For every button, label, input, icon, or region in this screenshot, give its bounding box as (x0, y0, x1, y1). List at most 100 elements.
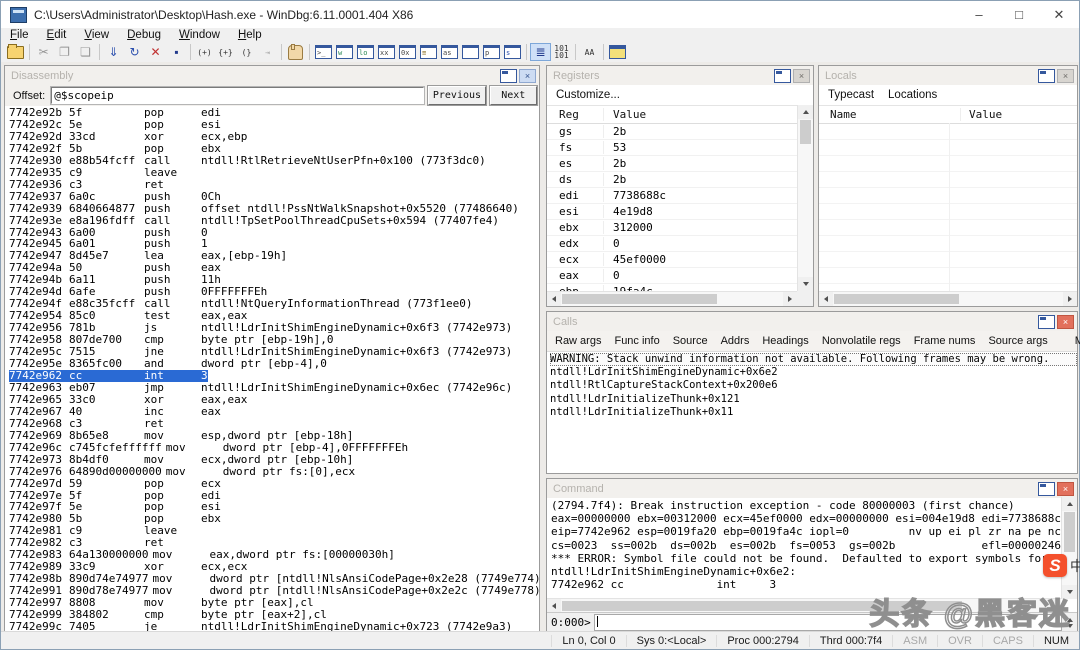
menu-file[interactable]: File (1, 29, 38, 41)
source-mode-on-button[interactable]: ≣ (530, 43, 551, 61)
register-row[interactable]: ecx45ef0000 (547, 252, 797, 268)
ime-indicator[interactable]: S 中 (1043, 554, 1080, 577)
stop-debugging-button[interactable]: ✕ (145, 43, 166, 61)
register-row[interactable]: fs53 (547, 140, 797, 156)
command-input[interactable] (594, 614, 1062, 631)
registers-dock-icon[interactable] (774, 69, 791, 83)
registers-close-icon[interactable]: × (793, 69, 810, 83)
register-row[interactable]: edx0 (547, 236, 797, 252)
menu-debug[interactable]: Debug (118, 29, 170, 41)
maximize-button[interactable]: □ (999, 1, 1039, 28)
registers-horizontal-scrollbar[interactable] (547, 291, 797, 306)
registers-vertical-scrollbar[interactable] (797, 105, 813, 291)
scroll-left-icon[interactable] (547, 292, 561, 306)
sogou-ime-icon[interactable]: S (1043, 554, 1067, 577)
processes-window-button[interactable]: p (481, 43, 502, 61)
memory-window-button[interactable]: 0x (397, 43, 418, 61)
calls-window-button[interactable]: ≡ (418, 43, 439, 61)
command-window-button[interactable]: >_ (313, 43, 334, 61)
break-button[interactable]: ▪ (166, 43, 187, 61)
locations-button[interactable]: Locations (888, 89, 937, 101)
menu-window[interactable]: Window (170, 29, 229, 41)
calls-close-icon[interactable]: × (1057, 315, 1074, 329)
locals-dock-icon[interactable] (1038, 69, 1055, 83)
close-button[interactable]: ✕ (1039, 1, 1079, 28)
disassembly-line[interactable]: 7742e92b5fpopedi (9, 107, 539, 119)
disassembly-line[interactable]: 7742e930e88b54fcffcallntdll!RtlRetrieveN… (9, 155, 539, 167)
breakpoint-hand-button[interactable] (285, 43, 306, 61)
disassembly-line[interactable]: 7742e97d59popecx (9, 478, 539, 490)
disassembly-line[interactable]: 7742e936c3ret (9, 179, 539, 191)
scrollbar-thumb[interactable] (562, 294, 717, 304)
scroll-up-icon[interactable] (1062, 497, 1077, 511)
call-frame-line[interactable]: ntdll!LdrInitializeThunk+0x121 (550, 393, 1077, 406)
calls-dock-icon[interactable] (1038, 315, 1055, 329)
calls-raw-args-button[interactable]: Raw args (555, 335, 601, 347)
menu-view[interactable]: View (75, 29, 118, 41)
command-history-spinner[interactable] (1064, 618, 1075, 628)
calls-source-args-button[interactable]: Source args (988, 335, 1047, 347)
disassembly-close-icon[interactable]: × (519, 69, 536, 83)
step-out-button[interactable]: (} (236, 43, 257, 61)
disassembly-line[interactable]: 7742e95e8365fc00anddword ptr [ebp-4],0 (9, 358, 539, 370)
disassembly-line[interactable]: 7742e97664890d00000000movdword ptr fs:[0… (9, 466, 539, 478)
locals-window-button[interactable]: lo (355, 43, 376, 61)
step-into-button[interactable]: (+) (194, 43, 215, 61)
minimize-button[interactable]: – (959, 1, 999, 28)
calls-nonvolatile-regs-button[interactable]: Nonvolatile regs (822, 335, 901, 347)
disassembly-dock-icon[interactable] (500, 69, 517, 83)
registers-window-button[interactable]: xx (376, 43, 397, 61)
scrollbar-thumb[interactable] (800, 120, 811, 144)
restart-button[interactable]: ↻ (124, 43, 145, 61)
register-row[interactable]: ebx312000 (547, 220, 797, 236)
scroll-right-icon[interactable] (783, 292, 797, 306)
disassembly-line[interactable]: 7742e97e5fpopedi (9, 490, 539, 502)
locals-horizontal-scrollbar[interactable] (819, 291, 1077, 306)
offset-input[interactable] (51, 87, 424, 104)
disassembly-window-button[interactable]: as (439, 43, 460, 61)
command-horizontal-scrollbar[interactable] (547, 598, 1061, 613)
disassembly-line[interactable]: 7742e96740inceax (9, 406, 539, 418)
next-button[interactable]: Next (490, 86, 537, 105)
locals-close-icon[interactable]: × (1057, 69, 1074, 83)
calls-frame-nums-button[interactable]: Frame nums (914, 335, 976, 347)
register-row[interactable]: ds2b (547, 172, 797, 188)
calls-source-button[interactable]: Source (673, 335, 708, 347)
command-close-icon[interactable]: × (1057, 482, 1074, 496)
register-row[interactable]: edi7738688c (547, 188, 797, 204)
customize-button[interactable]: Customize... (556, 89, 620, 101)
scrollbar-thumb[interactable] (1064, 512, 1075, 552)
calls-more-button[interactable]: More (1075, 335, 1080, 347)
scroll-left-icon[interactable] (547, 599, 561, 613)
scroll-right-icon[interactable] (1047, 599, 1061, 613)
call-frame-line[interactable]: WARNING: Stack unwind information not av… (550, 353, 1077, 366)
calls-headings-button[interactable]: Headings (762, 335, 808, 347)
disassembly-line[interactable]: 7742e981c9leave (9, 525, 539, 537)
call-frame-line[interactable]: ntdll!LdrInitializeThunk+0x11 (550, 406, 1077, 419)
scroll-left-icon[interactable] (819, 292, 833, 306)
go-button[interactable]: ⇓ (103, 43, 124, 61)
source-file-window-button[interactable]: s (502, 43, 523, 61)
disassembly-line[interactable]: 7742e93ee8a196fdffcallntdll!TpSetPoolThr… (9, 215, 539, 227)
calls-func-info-button[interactable]: Func info (614, 335, 659, 347)
menu-help[interactable]: Help (229, 29, 271, 41)
font-button[interactable]: AA (579, 43, 600, 61)
watch-window-button[interactable]: w (334, 43, 355, 61)
menu-edit[interactable]: Edit (38, 29, 76, 41)
source-mode-off-button[interactable]: 101 101 (551, 43, 572, 61)
typecast-button[interactable]: Typecast (828, 89, 874, 101)
register-row[interactable]: gs2b (547, 124, 797, 140)
previous-button[interactable]: Previous (428, 86, 485, 105)
call-frame-line[interactable]: ntdll!LdrInitShimEngineDynamic+0x6e2 (550, 366, 1077, 379)
register-row[interactable]: esi4e19d8 (547, 204, 797, 220)
scrollbar-thumb[interactable] (834, 294, 959, 304)
scrollbar-thumb[interactable] (562, 601, 962, 611)
disassembly-line[interactable]: 7742e96533c0xoreax,eax (9, 394, 539, 406)
disassembly-line[interactable]: 7742e9478d45e7leaeax,[ebp-19h] (9, 250, 539, 262)
register-row[interactable]: ebp19fa4c (547, 284, 797, 291)
command-dock-icon[interactable] (1038, 482, 1055, 496)
disassembly-line[interactable]: 7742e97f5epopesi (9, 501, 539, 513)
scroll-right-icon[interactable] (1063, 292, 1077, 306)
scroll-down-icon[interactable] (798, 277, 813, 291)
register-row[interactable]: es2b (547, 156, 797, 172)
